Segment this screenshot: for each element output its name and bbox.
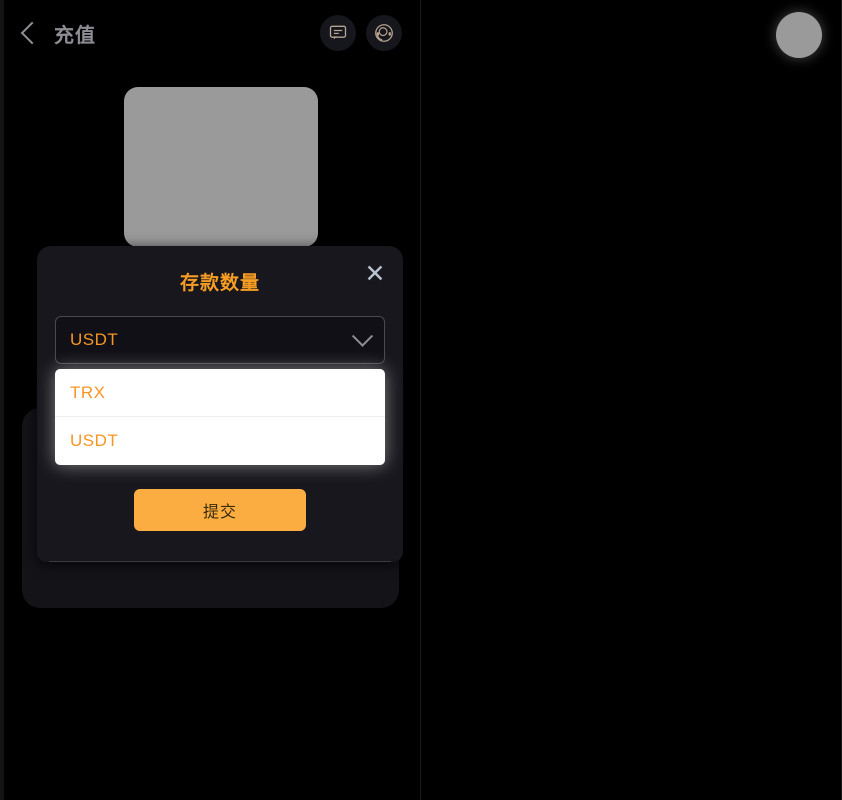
message-button[interactable] [320,15,356,51]
option-item[interactable]: TRX [55,369,385,417]
modal-title: 存款数量 [179,273,260,294]
back-chevron-icon[interactable] [20,21,44,45]
option-item[interactable]: USDT [55,417,385,465]
currency-select[interactable]: USDT [55,316,385,364]
message-bubble-icon [329,25,347,40]
chevron-down-icon [351,325,374,347]
support-button[interactable] [366,15,402,51]
recharge-panel: 充值 存款数量 ✕ USDT TRX USDT 提交 [0,0,421,800]
page-title: 充值 [54,24,96,47]
headset-support-icon [375,24,393,42]
app-root: 充值 存款数量 ✕ USDT TRX USDT 提交 [0,0,842,800]
close-icon[interactable]: ✕ [360,259,390,289]
currency-option-list: TRX USDT [55,369,385,465]
deposit-image-placeholder [124,87,318,247]
login-panel: English 日本 한국인 русский EspañoL italiano … [421,0,842,800]
deposit-amount-modal: 存款数量 ✕ USDT TRX USDT 提交 [37,246,403,562]
user-avatar-icon[interactable] [776,12,822,58]
submit-button[interactable]: 提交 [134,489,306,531]
recharge-topbar: 充值 [0,0,420,66]
modal-divider [49,561,391,562]
topbar-actions [320,15,402,51]
currency-select-value: USDT [70,330,119,349]
